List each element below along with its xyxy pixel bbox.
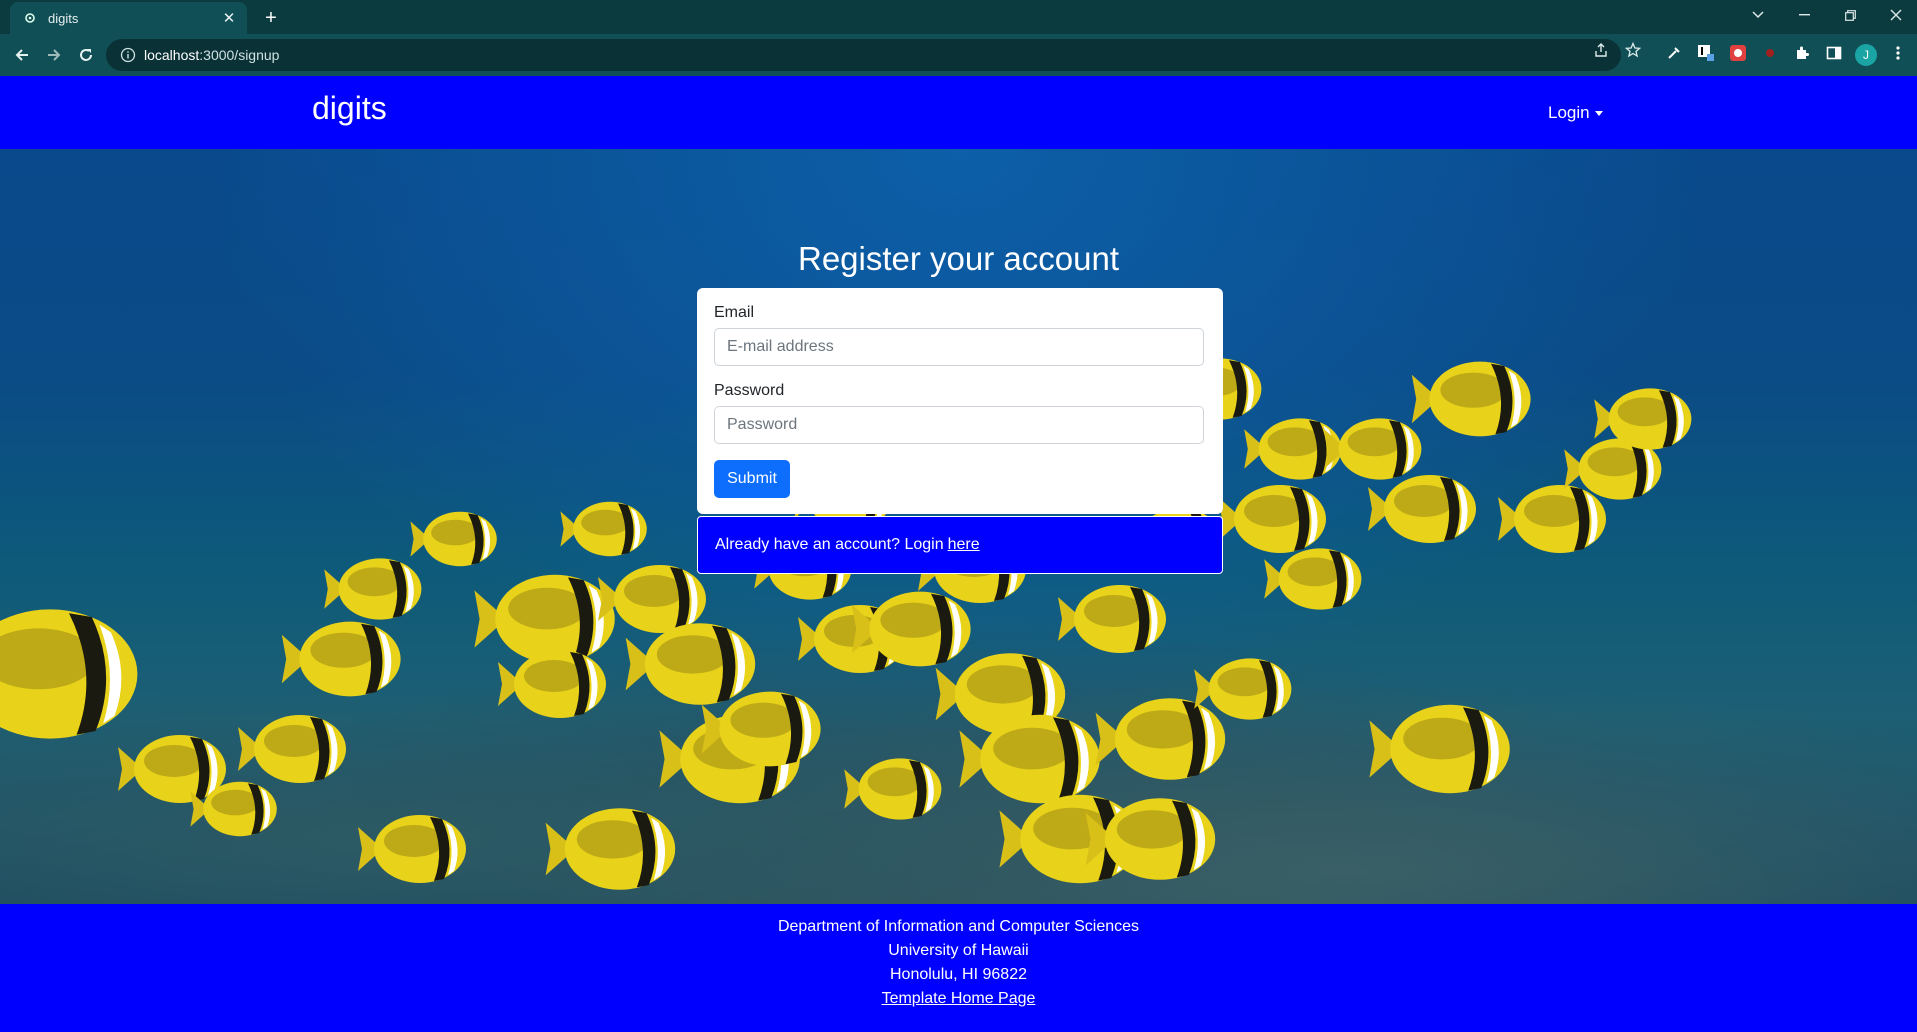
fish-shape: [625, 623, 756, 705]
record-extension-icon[interactable]: [1760, 43, 1780, 63]
eyedropper-extension-icon[interactable]: [1664, 43, 1684, 63]
submit-button[interactable]: Submit: [714, 460, 790, 498]
red-extension-icon[interactable]: [1728, 43, 1748, 63]
top-navbar: digits Login: [0, 76, 1917, 149]
fish-shape: [238, 715, 346, 783]
new-tab-button[interactable]: +: [258, 5, 284, 31]
footer-university: University of Hawaii: [888, 942, 1029, 959]
tab-close-icon[interactable]: ✕: [217, 6, 241, 30]
browser-tabstrip: digits ✕ +: [0, 0, 1917, 34]
tab-search-icon[interactable]: [1738, 0, 1778, 30]
fish-shape: [545, 808, 676, 890]
login-message-text: Already have an account? Login: [715, 536, 944, 553]
email-label: Email: [714, 304, 755, 321]
reload-icon[interactable]: [72, 41, 100, 69]
fish-shape: [1498, 485, 1606, 553]
url-text: localhost:3000/signup: [144, 47, 280, 63]
brand-logo[interactable]: digits: [312, 90, 387, 127]
fish-shape: [1368, 475, 1476, 543]
browser-toolbar: localhost:3000/signup J: [0, 34, 1917, 76]
extensions-puzzle-icon[interactable]: [1792, 43, 1812, 63]
fish-shape: [0, 609, 138, 739]
fish-shape: [1411, 361, 1531, 437]
fish-shape: [1218, 485, 1326, 553]
footer-department: Department of Information and Computer S…: [777, 918, 1140, 935]
password-field[interactable]: [714, 406, 1204, 444]
login-dropdown-label: Login: [1548, 103, 1590, 122]
address-bar[interactable]: localhost:3000/signup: [106, 39, 1621, 71]
fish-shape: [410, 511, 497, 567]
fish-shape: [1369, 704, 1510, 794]
email-field[interactable]: [714, 328, 1204, 366]
fish-shape: [474, 574, 615, 664]
share-icon[interactable]: [1592, 41, 1610, 59]
bookmark-star-icon[interactable]: [1624, 41, 1642, 59]
fish-shape: [1264, 548, 1362, 610]
fish-shape: [1324, 418, 1422, 480]
login-dropdown[interactable]: Login: [1548, 103, 1603, 123]
template-home-link[interactable]: Template Home Page: [882, 990, 1036, 1007]
fish-shape: [358, 815, 466, 883]
footer-link-row: Template Home Page: [0, 990, 1917, 1008]
web-page: digits Login Register your account Email…: [0, 76, 1917, 1032]
browser-tab[interactable]: digits ✕: [10, 2, 247, 34]
fish-shape: [118, 735, 226, 803]
fish-shape: [324, 558, 422, 620]
login-message-box: Already have an account? Login here: [697, 516, 1223, 574]
back-icon[interactable]: [8, 41, 36, 69]
tab-favicon-icon: [22, 10, 38, 26]
fish-shape: [281, 621, 401, 697]
tab-title: digits: [48, 10, 79, 26]
footer-address: Honolulu, HI 96822: [890, 966, 1027, 983]
forward-icon[interactable]: [40, 41, 68, 69]
fish-shape: [844, 758, 942, 820]
profile-avatar[interactable]: J: [1855, 44, 1877, 66]
footer: Department of Information and Computer S…: [0, 904, 1917, 1032]
restore-icon[interactable]: [1830, 0, 1870, 30]
fish-shape: [560, 501, 647, 557]
fish-shape: [1058, 585, 1166, 653]
browser-menu-icon[interactable]: [1888, 43, 1908, 63]
minimize-icon[interactable]: [1784, 0, 1824, 30]
fish-shape: [498, 650, 606, 718]
side-panel-icon[interactable]: [1824, 43, 1844, 63]
login-here-link[interactable]: here: [948, 536, 980, 554]
signup-form-card: Email Password Submit: [697, 288, 1223, 514]
notion-extension-icon[interactable]: [1696, 43, 1716, 63]
fish-shape: [1244, 418, 1342, 480]
site-info-icon[interactable]: [120, 47, 136, 63]
fish-shape: [1095, 698, 1226, 780]
caret-down-icon: [1594, 110, 1603, 116]
password-label: Password: [714, 382, 785, 399]
page-title: Register your account: [798, 240, 1119, 277]
close-window-icon[interactable]: [1876, 0, 1916, 30]
